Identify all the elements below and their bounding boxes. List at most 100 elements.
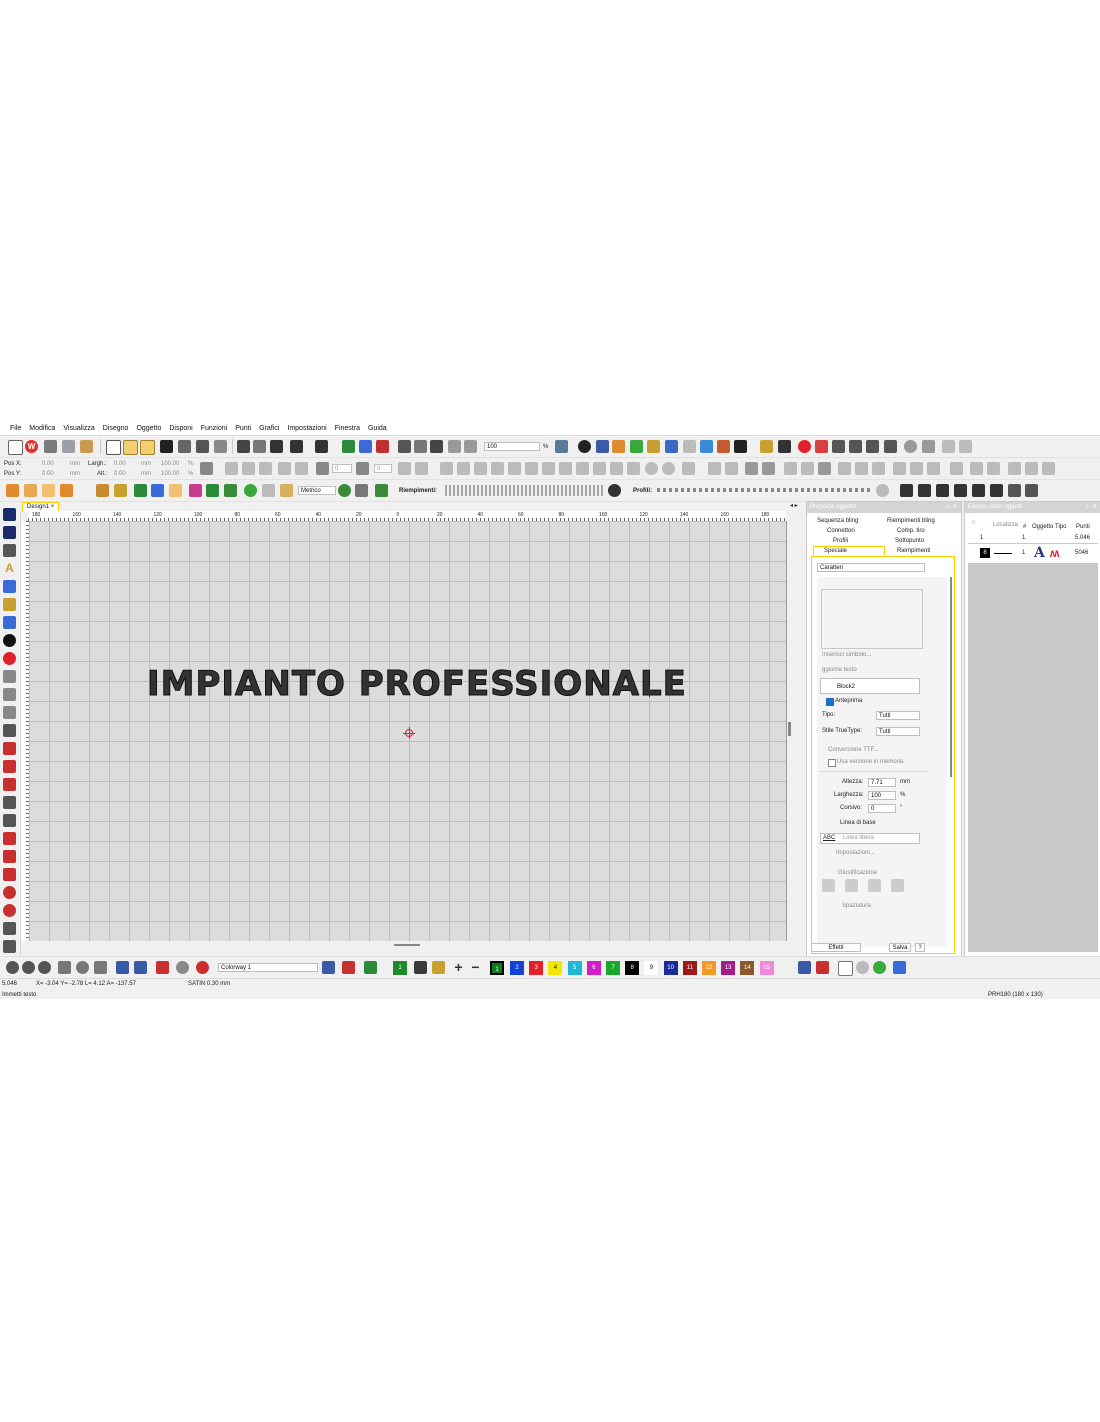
profile-presets-strip[interactable] bbox=[657, 488, 872, 492]
align-left-text-icon[interactable] bbox=[822, 879, 835, 892]
table-row[interactable]: 1 1 5.046 bbox=[968, 533, 1098, 543]
stitch-angle2-icon[interactable] bbox=[415, 462, 428, 475]
draw-icon[interactable] bbox=[398, 440, 411, 453]
wilcom-logo-icon[interactable]: W bbox=[25, 440, 38, 453]
zoom-input[interactable]: 100 bbox=[484, 442, 540, 451]
help-button[interactable]: ? bbox=[915, 943, 925, 952]
people-icon[interactable] bbox=[224, 484, 237, 497]
print-preview-icon[interactable] bbox=[214, 440, 227, 453]
tab-profili[interactable]: Profili bbox=[833, 537, 848, 545]
numbering-icon[interactable] bbox=[1008, 484, 1021, 497]
color-swatch[interactable]: 5 bbox=[567, 961, 582, 975]
same-size-icon[interactable] bbox=[1042, 462, 1055, 475]
skew-icon[interactable] bbox=[295, 462, 308, 475]
arc-alt-icon[interactable] bbox=[959, 440, 972, 453]
col-type[interactable]: Tipo bbox=[1055, 523, 1066, 531]
paste-icon[interactable] bbox=[270, 440, 283, 453]
sequence-icon[interactable] bbox=[700, 440, 713, 453]
fill-b-icon[interactable] bbox=[457, 462, 470, 475]
table-row[interactable]: 8 1 A ʍ 5046 bbox=[968, 544, 1098, 563]
color-swatch[interactable]: 9 bbox=[644, 961, 659, 975]
insert-symbol-button[interactable]: Inserisci simbolo... bbox=[822, 651, 871, 659]
same-height-icon[interactable] bbox=[1025, 462, 1038, 475]
no-color-icon[interactable] bbox=[838, 961, 853, 976]
picker-icon[interactable] bbox=[414, 961, 427, 974]
circle-outline-icon[interactable] bbox=[856, 961, 869, 974]
measure-icon[interactable] bbox=[338, 484, 351, 497]
color-swatch[interactable]: 4 bbox=[548, 961, 563, 975]
thread-chart-icon[interactable] bbox=[816, 961, 829, 974]
figures-icon[interactable] bbox=[464, 440, 477, 453]
move-up-icon[interactable] bbox=[936, 484, 949, 497]
posx-value[interactable]: 0.00 bbox=[42, 460, 54, 468]
fill-l-icon[interactable] bbox=[627, 462, 640, 475]
mirror-v-icon[interactable] bbox=[242, 462, 255, 475]
move-bottom-icon[interactable] bbox=[990, 484, 1003, 497]
flower-icon[interactable] bbox=[169, 484, 182, 497]
fill-bucket-icon[interactable] bbox=[156, 961, 169, 974]
arc-measure-icon[interactable] bbox=[355, 484, 368, 497]
circle-red-icon[interactable] bbox=[3, 652, 16, 665]
slant-input[interactable]: 0 bbox=[374, 464, 392, 473]
baseline-settings-button[interactable]: Impostazioni... bbox=[836, 849, 875, 857]
select-arrow-icon[interactable] bbox=[3, 508, 16, 521]
save-button[interactable]: Salva bbox=[889, 943, 911, 952]
thread-spool-icon[interactable] bbox=[196, 961, 209, 974]
posy-value[interactable]: 0.00 bbox=[42, 470, 54, 478]
col-localizza[interactable]: Localizza bbox=[993, 521, 1018, 529]
zoom-fit-icon[interactable] bbox=[555, 440, 568, 453]
move-top-icon[interactable] bbox=[972, 484, 985, 497]
redo-icon[interactable] bbox=[315, 440, 328, 453]
width-input[interactable]: 100 bbox=[868, 791, 896, 800]
menu-disponi[interactable]: Disponi bbox=[165, 422, 196, 435]
applique-icon[interactable] bbox=[114, 484, 127, 497]
fill-n-icon[interactable] bbox=[662, 462, 675, 475]
lock-ratio-icon[interactable] bbox=[200, 462, 213, 475]
trident-icon[interactable] bbox=[96, 484, 109, 497]
stitch-a-icon[interactable] bbox=[6, 484, 19, 497]
ellipse-select-icon[interactable] bbox=[76, 961, 89, 974]
open-folder-icon[interactable] bbox=[123, 440, 138, 455]
star-icon[interactable]: ☆ bbox=[971, 519, 976, 527]
shirt-icon[interactable] bbox=[206, 484, 219, 497]
align-justify-text-icon[interactable] bbox=[891, 879, 904, 892]
color-swatch[interactable]: 7 bbox=[606, 961, 620, 975]
tab-riempimenti[interactable]: Riempimenti bbox=[897, 547, 930, 555]
bezier-tool-icon[interactable] bbox=[3, 832, 16, 845]
portrait-icon[interactable] bbox=[189, 484, 202, 497]
stitch-edit-icon[interactable] bbox=[3, 544, 16, 557]
align-right-icon[interactable] bbox=[872, 462, 885, 475]
align-right-text-icon[interactable] bbox=[868, 879, 881, 892]
grid-icon[interactable] bbox=[683, 440, 696, 453]
color-swatch[interactable]: 1 bbox=[490, 961, 504, 975]
spool-icon[interactable] bbox=[893, 961, 906, 974]
monogram-icon[interactable] bbox=[3, 580, 16, 593]
lips-icon[interactable] bbox=[815, 440, 828, 453]
close-icon[interactable]: × bbox=[51, 504, 55, 510]
pointer-icon[interactable] bbox=[1025, 484, 1038, 497]
home-icon[interactable] bbox=[8, 440, 23, 455]
machine-icon[interactable] bbox=[596, 440, 609, 453]
italic-input[interactable]: 0 bbox=[868, 804, 896, 813]
arc-tool-icon[interactable] bbox=[3, 760, 16, 773]
bucket-icon[interactable] bbox=[432, 961, 445, 974]
info-icon[interactable] bbox=[578, 440, 591, 453]
tab-sottopunto[interactable]: Sottopunto bbox=[895, 537, 924, 545]
slant-icon[interactable] bbox=[356, 462, 369, 475]
funnel-icon[interactable] bbox=[778, 440, 791, 453]
stitch-player-icon[interactable] bbox=[342, 440, 355, 453]
menu-disegno[interactable]: Disegno bbox=[99, 422, 133, 435]
measure-tool-icon[interactable] bbox=[3, 940, 16, 953]
width-value[interactable]: 0.00 bbox=[114, 460, 126, 468]
menu-funzioni[interactable]: Funzioni bbox=[197, 422, 231, 435]
library-icon[interactable] bbox=[80, 440, 93, 453]
stitch-d-icon[interactable] bbox=[60, 484, 73, 497]
circle-green-icon[interactable] bbox=[244, 484, 257, 497]
tab-sequenza-bling[interactable]: Sequenza bling bbox=[817, 517, 858, 525]
type-select[interactable]: Tutti bbox=[876, 711, 920, 720]
save-as-icon[interactable] bbox=[178, 440, 191, 453]
add-color-icon[interactable]: + bbox=[452, 960, 465, 974]
new-file-icon[interactable] bbox=[106, 440, 121, 455]
open-recent-icon[interactable] bbox=[140, 440, 155, 455]
color-grid-icon[interactable] bbox=[342, 961, 355, 974]
